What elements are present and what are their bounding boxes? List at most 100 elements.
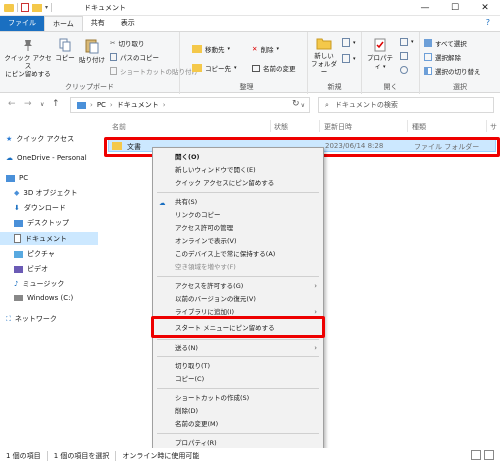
history-icon bbox=[400, 66, 408, 74]
minimize-button[interactable]: — bbox=[410, 0, 440, 16]
select-none-button[interactable]: 選択解除 bbox=[424, 52, 461, 62]
nav-item-network[interactable]: ⛶ ネットワーク bbox=[6, 314, 57, 324]
recent-locations-icon[interactable]: ∨ bbox=[40, 101, 44, 108]
menu-item-copy[interactable]: コピー(C) bbox=[153, 373, 323, 385]
pin-icon bbox=[24, 40, 32, 51]
column-divider[interactable] bbox=[319, 120, 320, 132]
scissors-icon: ✂ bbox=[110, 39, 116, 47]
tab-file[interactable]: ファイル bbox=[0, 16, 44, 31]
select-all-button[interactable]: すべて選択 bbox=[424, 38, 467, 48]
nav-item-documents[interactable]: ドキュメント bbox=[0, 232, 98, 245]
menu-item-create-shortcut[interactable]: ショートカットの作成(S) bbox=[153, 392, 323, 404]
menu-item-open[interactable]: 開く(O) bbox=[153, 151, 323, 163]
close-button[interactable]: ✕ bbox=[470, 0, 500, 16]
new-folder-quick-icon[interactable] bbox=[32, 3, 42, 12]
address-dropdown-icon[interactable]: ∨ bbox=[301, 102, 305, 109]
nav-item-music[interactable]: ♪ ミュージック bbox=[14, 279, 64, 289]
status-availability: オンライン時に使用可能 bbox=[122, 451, 200, 460]
column-divider[interactable] bbox=[407, 120, 408, 132]
invert-selection-button[interactable]: 選択の切り替え bbox=[424, 66, 481, 76]
menu-item-give-access[interactable]: アクセスを許可する(G) › bbox=[153, 280, 323, 292]
chevron-down-icon: ▾ bbox=[353, 55, 356, 62]
menu-item-cut[interactable]: 切り取り(T) bbox=[153, 360, 323, 372]
star-icon: ★ bbox=[6, 135, 13, 143]
back-arrow-icon[interactable]: ← bbox=[8, 99, 16, 109]
nav-item-pc[interactable]: PC bbox=[6, 174, 28, 182]
copy-icon bbox=[59, 38, 71, 52]
open-button[interactable]: ▾ bbox=[400, 38, 414, 46]
breadcrumb-pc[interactable]: PC bbox=[97, 101, 106, 109]
new-item-button[interactable]: ▾ bbox=[342, 38, 356, 47]
breadcrumb-separator-icon: › bbox=[90, 101, 93, 109]
delete-button[interactable]: ✕ 削除 ▾ bbox=[252, 44, 279, 54]
history-button[interactable] bbox=[400, 66, 408, 74]
menu-item-free-up-space[interactable]: 空き領域を増やす(F) bbox=[153, 261, 323, 273]
nav-item-videos[interactable]: ビデオ bbox=[14, 264, 48, 274]
tab-share[interactable]: 共有 bbox=[83, 16, 113, 31]
column-divider[interactable] bbox=[270, 120, 271, 132]
nav-item-quick-access[interactable]: ★ クイック アクセス bbox=[6, 134, 74, 144]
status-divider bbox=[115, 450, 117, 461]
details-view-icon[interactable] bbox=[471, 450, 481, 460]
menu-item-share[interactable]: ☁ 共有(S) bbox=[153, 196, 323, 208]
forward-arrow-icon[interactable]: → bbox=[24, 99, 32, 109]
status-selected-count: 1 個の項目を選択 bbox=[53, 451, 110, 460]
tab-home[interactable]: ホーム bbox=[44, 15, 83, 32]
nav-item-pictures[interactable]: ピクチャ bbox=[14, 249, 55, 259]
move-to-button[interactable]: 移動先 ▾ bbox=[192, 44, 230, 54]
maximize-button[interactable]: ☐ bbox=[440, 0, 470, 16]
menu-item-copy-link[interactable]: リンクのコピー bbox=[153, 209, 323, 221]
menu-item-view-online[interactable]: オンラインで表示(V) bbox=[153, 235, 323, 247]
properties-quick-icon[interactable] bbox=[21, 3, 29, 12]
up-arrow-icon[interactable]: ↑ bbox=[52, 99, 60, 109]
cut-button[interactable]: ✂ 切り取り bbox=[110, 38, 144, 48]
pin-quick-access-button[interactable]: クイック アクセス にピン留めする bbox=[4, 38, 52, 78]
menu-item-send-to[interactable]: 送る(N) › bbox=[153, 342, 323, 354]
menu-item-restore-versions[interactable]: 以前のバージョンの復元(V) bbox=[153, 293, 323, 305]
column-header-name[interactable]: 名前 bbox=[112, 122, 126, 132]
separator-icon bbox=[51, 3, 53, 12]
chevron-right-icon: › bbox=[314, 344, 317, 352]
address-box[interactable]: › PC › ドキュメント › ∨ bbox=[70, 97, 310, 113]
rename-icon bbox=[252, 64, 260, 72]
copy-button[interactable]: コピー bbox=[54, 38, 76, 62]
breadcrumb-documents[interactable]: ドキュメント bbox=[117, 100, 159, 110]
column-header-date[interactable]: 更新日時 bbox=[324, 122, 352, 132]
select-none-icon bbox=[424, 53, 432, 61]
menu-item-manage-access[interactable]: アクセス許可の管理 bbox=[153, 222, 323, 234]
menu-item-delete[interactable]: 削除(D) bbox=[153, 405, 323, 417]
new-group: 新しい フォルダー ▾ ▾ 新規 bbox=[308, 32, 362, 94]
copy-path-button[interactable]: パスのコピー bbox=[110, 52, 159, 62]
edit-button[interactable] bbox=[400, 52, 408, 60]
easy-access-button[interactable]: ▾ bbox=[342, 54, 356, 63]
customize-quick-access-icon[interactable]: ▾ bbox=[45, 4, 48, 11]
nav-item-onedrive[interactable]: ☁ OneDrive - Personal bbox=[6, 154, 87, 162]
menu-item-pin-quick-access[interactable]: クイック アクセスにピン留めする bbox=[153, 177, 323, 189]
properties-button[interactable]: プロパティ ▾ bbox=[364, 38, 396, 71]
menu-item-rename[interactable]: 名前の変更(M) bbox=[153, 418, 323, 430]
new-folder-button[interactable]: 新しい フォルダー bbox=[310, 36, 338, 76]
clipboard-group-label: クリップボード bbox=[65, 83, 114, 91]
rename-button[interactable]: 名前の変更 bbox=[252, 63, 296, 73]
nav-item-desktop[interactable]: デスクトップ bbox=[14, 218, 69, 228]
menu-separator bbox=[157, 356, 319, 357]
new-folder-icon bbox=[316, 38, 332, 50]
column-divider[interactable] bbox=[486, 120, 487, 132]
tab-view[interactable]: 表示 bbox=[113, 16, 143, 31]
nav-item-windows-c[interactable]: Windows (C:) bbox=[14, 294, 73, 302]
network-icon: ⛶ bbox=[6, 314, 11, 323]
search-box[interactable]: ⌕ ドキュメントの検索 bbox=[318, 97, 494, 113]
menu-item-open-new-window[interactable]: 新しいウィンドウで開く(E) bbox=[153, 164, 323, 176]
nav-item-downloads[interactable]: ⬇ ダウンロード bbox=[14, 203, 66, 213]
nav-item-3d-objects[interactable]: ◆ 3D オブジェクト bbox=[14, 188, 77, 198]
column-header-type[interactable]: 種類 bbox=[412, 122, 426, 132]
menu-item-always-keep[interactable]: このデバイス上で常に保持する(A) bbox=[153, 248, 323, 260]
paste-button[interactable]: 貼り付け bbox=[78, 38, 106, 64]
large-icons-view-icon[interactable] bbox=[484, 450, 494, 460]
refresh-icon[interactable]: ↻ bbox=[292, 99, 300, 109]
copy-to-button[interactable]: コピー先 ▾ bbox=[192, 63, 237, 73]
help-icon[interactable]: ? bbox=[486, 18, 490, 27]
column-header-status[interactable]: 状態 bbox=[274, 122, 288, 132]
column-header-size[interactable]: サ bbox=[490, 122, 497, 132]
paste-shortcut-button[interactable]: ショートカットの貼り付け bbox=[110, 66, 198, 76]
